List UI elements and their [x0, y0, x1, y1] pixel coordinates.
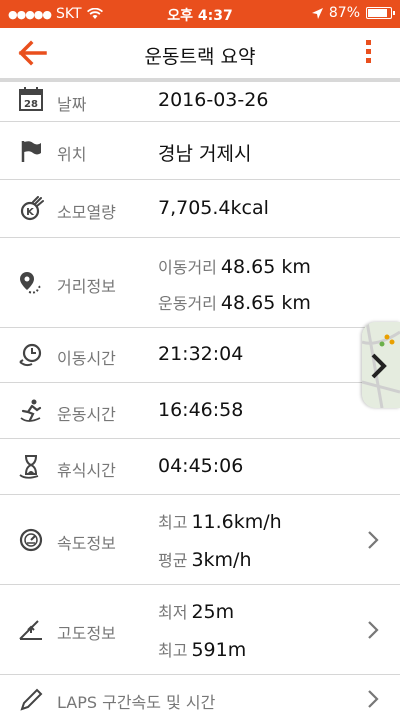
navigation-bar: 운동트랙 요약 — [0, 28, 400, 78]
chevron-right-icon[interactable] — [366, 620, 380, 640]
move-time-label: 이동시간 — [57, 349, 116, 368]
max-speed: 최고 11.6km/h — [158, 509, 282, 533]
calories-value: 7,705.4kcal — [158, 197, 269, 219]
min-altitude-value: 25m — [191, 601, 235, 623]
move-distance-label: 이동거리 — [158, 258, 217, 277]
avg-speed-value: 3km/h — [191, 549, 252, 571]
exercise-distance: 운동거리 48.65 km — [158, 290, 311, 314]
speed-row[interactable]: 속도정보 최고 11.6km/h 평균 3km/h — [0, 495, 400, 585]
svg-text:K: K — [26, 207, 35, 218]
calorie-icon: K — [20, 196, 44, 221]
flag-icon — [21, 141, 41, 162]
altitude-icon — [19, 620, 42, 640]
map-pin-route-icon — [20, 272, 43, 294]
speed-label: 속도정보 — [57, 534, 116, 553]
runner-icon — [20, 399, 42, 422]
date-row: 28 날짜 2016-03-26 — [0, 82, 400, 122]
laps-label: LAPS 구간속도 및 시간 — [57, 693, 216, 711]
svg-text:28: 28 — [24, 99, 38, 110]
laps-row[interactable]: LAPS 구간속도 및 시간 — [0, 675, 400, 711]
max-altitude-value: 591m — [191, 639, 247, 661]
speedometer-icon — [19, 528, 43, 552]
chevron-right-icon[interactable] — [366, 689, 380, 709]
move-distance-value: 48.65 km — [220, 256, 311, 278]
move-time-row: 이동시간 21:32:04 — [0, 328, 400, 383]
distance-label: 거리정보 — [57, 277, 116, 296]
date-value: 2016-03-26 — [158, 89, 269, 111]
status-bar: ●●●●● SKT 오후 4:37 87% — [0, 0, 400, 28]
exercise-distance-label: 운동거리 — [158, 294, 217, 313]
altitude-row[interactable]: 고도정보 최저 25m 최고 591m — [0, 585, 400, 675]
min-altitude: 최저 25m — [158, 599, 234, 623]
exercise-distance-value: 48.65 km — [220, 292, 311, 314]
clock-icon — [19, 343, 42, 367]
altitude-label: 고도정보 — [57, 624, 116, 643]
more-menu-icon[interactable] — [364, 40, 372, 68]
calories-row: K 소모열량 7,705.4kcal — [0, 180, 400, 238]
pencil-icon — [20, 688, 43, 711]
move-distance: 이동거리 48.65 km — [158, 254, 311, 278]
summary-list: 28 날짜 2016-03-26 위치 경남 거제시 K 소모열량 7,705.… — [0, 82, 400, 711]
date-label: 날짜 — [57, 95, 87, 114]
location-value: 경남 거제시 — [158, 143, 252, 165]
location-row: 위치 경남 거제시 — [0, 122, 400, 180]
battery-icon — [366, 7, 395, 19]
distance-row: 거리정보 이동거리 48.65 km 운동거리 48.65 km — [0, 238, 400, 328]
location-label: 위치 — [57, 145, 87, 164]
chevron-right-icon[interactable] — [370, 352, 388, 380]
rest-time-value: 04:45:06 — [158, 455, 244, 477]
min-altitude-label: 최저 — [158, 603, 188, 622]
calories-label: 소모열량 — [57, 203, 116, 222]
calendar-icon: 28 — [19, 87, 43, 111]
max-altitude-label: 최고 — [158, 641, 188, 660]
hourglass-icon — [19, 455, 39, 479]
max-speed-label: 최고 — [158, 513, 188, 532]
map-preview-tab[interactable] — [362, 322, 400, 408]
avg-speed: 평균 3km/h — [158, 547, 252, 571]
battery-percent: 87% — [328, 5, 360, 21]
rest-time-row: 휴식시간 04:45:06 — [0, 439, 400, 495]
avg-speed-label: 평균 — [158, 551, 188, 570]
exercise-time-value: 16:46:58 — [158, 399, 244, 421]
move-time-value: 21:32:04 — [158, 343, 244, 365]
max-speed-value: 11.6km/h — [191, 511, 282, 533]
exercise-time-row: 운동시간 16:46:58 — [0, 383, 400, 439]
page-title: 운동트랙 요약 — [144, 46, 256, 68]
exercise-time-label: 운동시간 — [57, 405, 116, 424]
chevron-right-icon[interactable] — [366, 530, 380, 550]
status-right: 87% — [311, 5, 395, 21]
max-altitude: 최고 591m — [158, 637, 246, 661]
rest-time-label: 휴식시간 — [57, 461, 116, 480]
location-arrow-icon — [311, 7, 323, 19]
